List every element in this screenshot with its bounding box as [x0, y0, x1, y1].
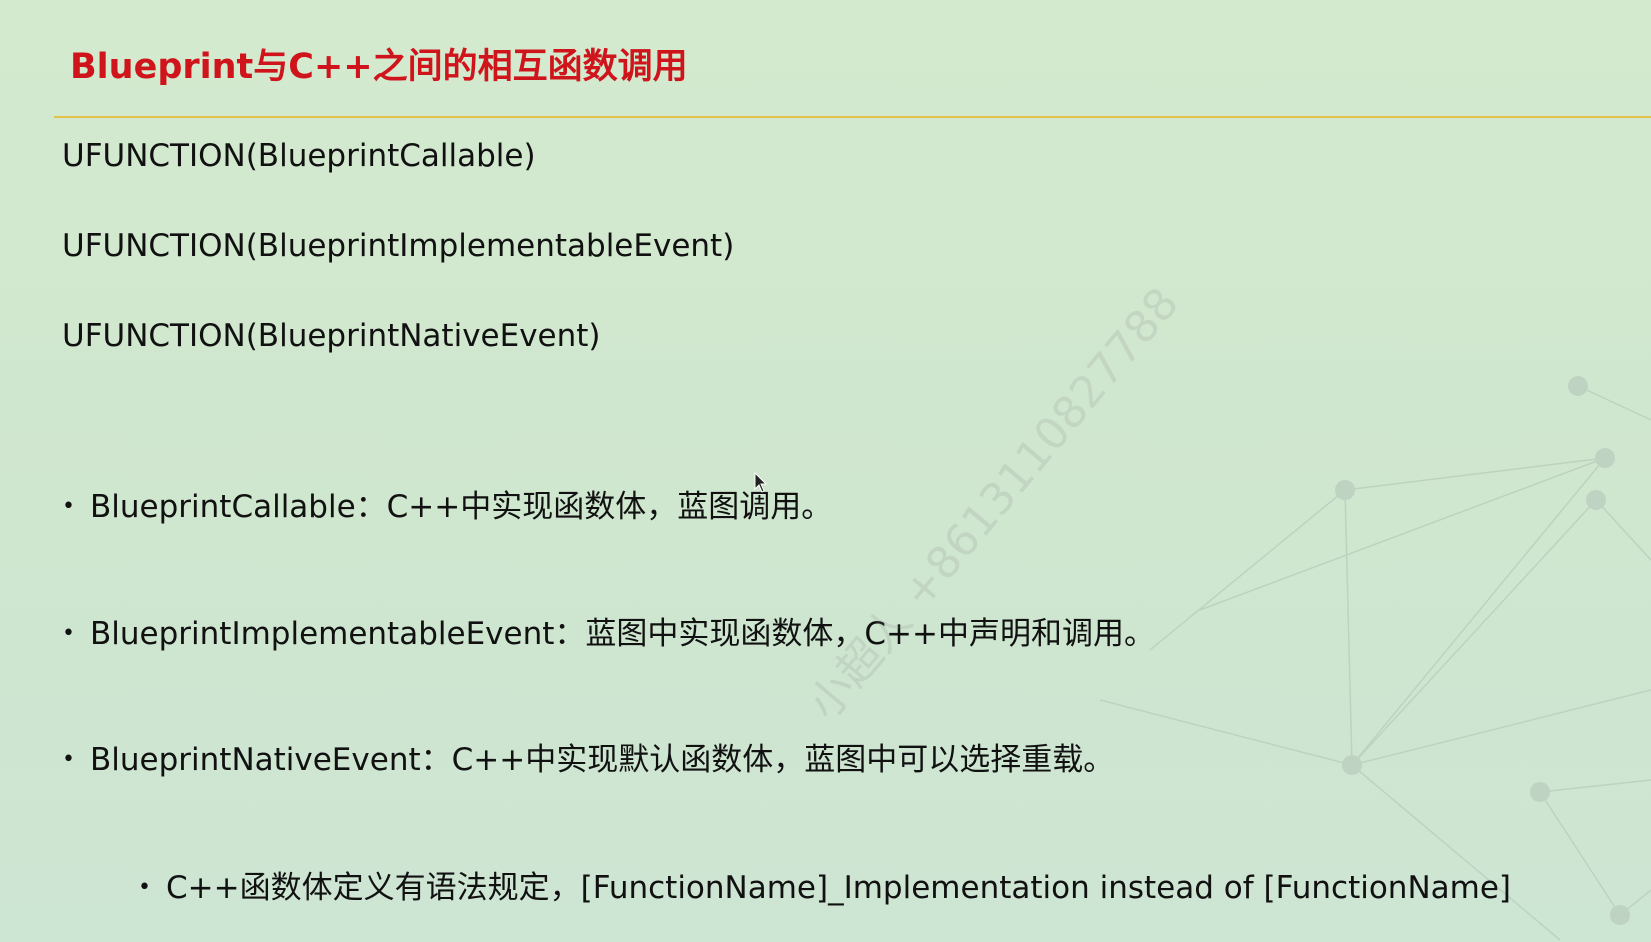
bullet-item-blueprint-implementable-event: • BlueprintImplementableEvent：蓝图中实现函数体，C+… [62, 608, 1155, 653]
code-line-blueprint-callable: UFUNCTION(BlueprintCallable) [62, 138, 536, 174]
bullet-text: BlueprintNativeEvent：C++中实现默认函数体，蓝图中可以选择… [90, 742, 1115, 778]
bullet-text: BlueprintCallable：C++中实现函数体，蓝图调用。 [90, 489, 833, 525]
code-line-blueprint-implementable-event: UFUNCTION(BlueprintImplementableEvent) [62, 228, 735, 264]
bullet-dot: • [62, 747, 75, 772]
bullet-text: BlueprintImplementableEvent：蓝图中实现函数体，C++… [90, 616, 1155, 652]
sub-bullet-text: C++函数体定义有语法规定，[FunctionName]_Implementat… [166, 870, 1512, 906]
bullet-item-blueprint-callable: • BlueprintCallable：C++中实现函数体，蓝图调用。 [62, 481, 832, 526]
mouse-pointer-icon [754, 472, 768, 493]
slide-title: Blueprint与C++之间的相互函数调用 [70, 47, 688, 87]
slide: Blueprint与C++之间的相互函数调用 UFUNCTION(Bluepri… [0, 0, 1651, 942]
title-divider [54, 116, 1651, 118]
sub-bullet-implementation-note: • C++函数体定义有语法规定，[FunctionName]_Implementa… [138, 862, 1511, 907]
bullet-dot: • [62, 494, 75, 519]
bullet-dot: • [138, 875, 151, 900]
code-line-blueprint-native-event: UFUNCTION(BlueprintNativeEvent) [62, 318, 601, 354]
bullet-item-blueprint-native-event: • BlueprintNativeEvent：C++中实现默认函数体，蓝图中可以选… [62, 734, 1114, 779]
bullet-dot: • [62, 621, 75, 646]
